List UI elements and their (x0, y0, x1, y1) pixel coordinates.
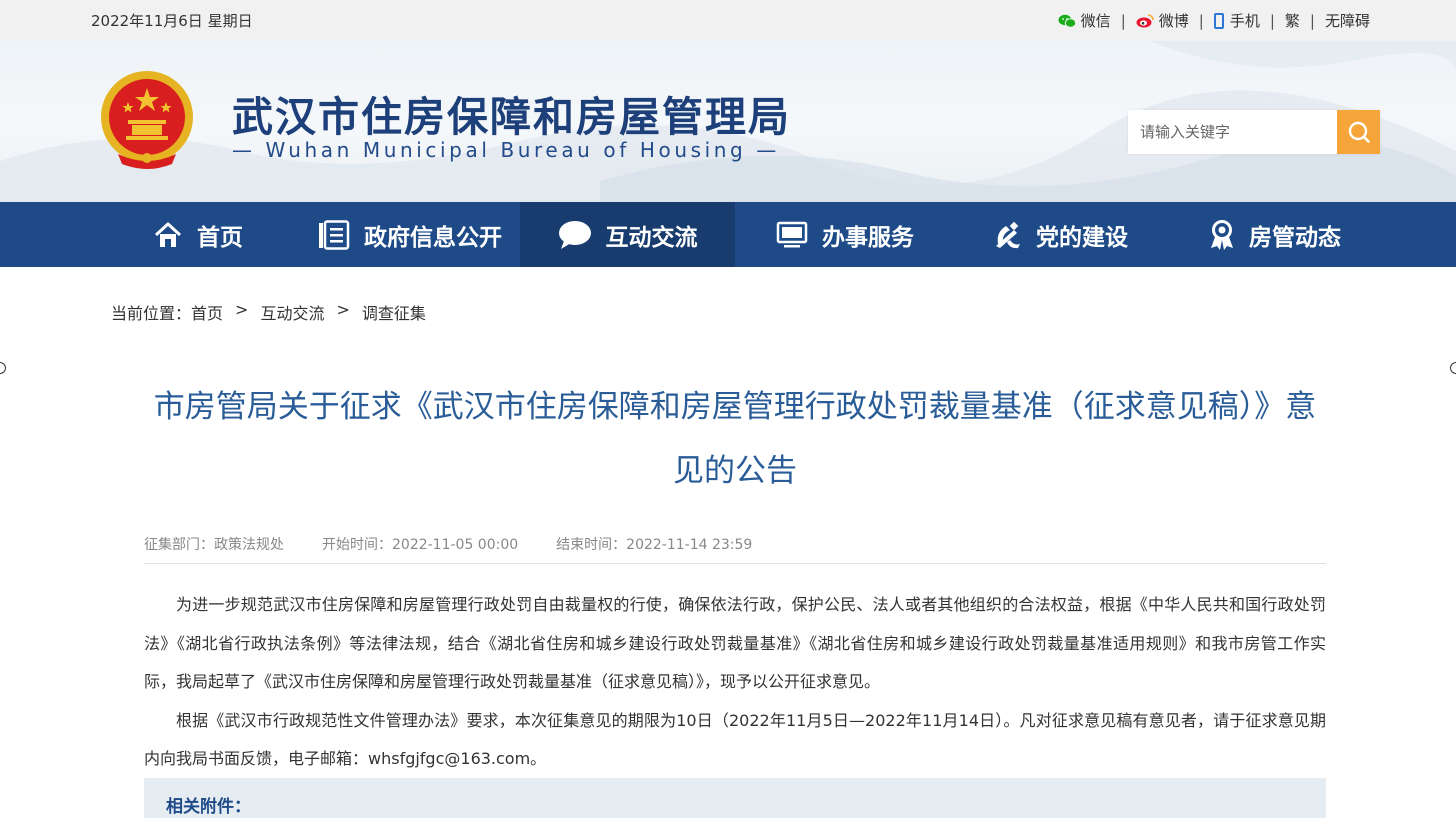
article-meta: 征集部门：政策法规处 开始时间：2022-11-05 00:00 结束时间：20… (144, 534, 790, 554)
separator: | (1309, 11, 1315, 30)
nav-item-housing-news[interactable]: 房管动态 (1185, 202, 1365, 267)
chat-bubble-icon (558, 220, 591, 249)
search-box (1128, 110, 1380, 154)
nav-item-label: 互动交流 (605, 224, 698, 251)
monitor-icon (776, 221, 808, 247)
nav-item-interaction[interactable]: 互动交流 (520, 202, 735, 267)
top-utility-bar: 2022年11月6日 星期日 微信 | 微博 | 手机 | 繁 | 无障碍 (0, 0, 1456, 41)
breadcrumb-survey[interactable]: 调查征集 (362, 300, 426, 324)
weibo-icon (1136, 14, 1154, 28)
start-time: 开始时间：2022-11-05 00:00 (322, 537, 519, 553)
nav-item-gov-info[interactable]: 政府信息公开 (300, 202, 520, 267)
traditional-chinese-link[interactable]: 繁 (1285, 10, 1300, 31)
right-carousel-handle[interactable] (1450, 362, 1456, 374)
breadcrumb-interaction[interactable]: 互动交流 (260, 300, 324, 324)
separator: | (1198, 11, 1204, 30)
home-icon (154, 222, 182, 247)
divider (144, 563, 1326, 564)
breadcrumb-home[interactable]: 首页 (191, 300, 223, 324)
wechat-link[interactable]: 微信 (1058, 10, 1111, 31)
top-links: 微信 | 微博 | 手机 | 繁 | 无障碍 (1058, 10, 1370, 31)
breadcrumb: 当前位置： 首页 > 互动交流 > 调查征集 (111, 300, 426, 324)
search-input[interactable] (1128, 110, 1336, 154)
left-carousel-handle[interactable] (0, 362, 6, 374)
document-list-icon (319, 219, 350, 250)
weibo-label: 微博 (1158, 12, 1189, 30)
nav-item-services[interactable]: 办事服务 (755, 202, 935, 267)
nav-item-label: 房管动态 (1249, 224, 1341, 251)
site-header: 武汉市住房保障和房屋管理局 — Wuhan Municipal Bureau o… (0, 41, 1456, 202)
article-body: 为进一步规范武汉市住房保障和房屋管理行政处罚自由裁量权的行使，确保依法行政，保护… (144, 586, 1326, 779)
search-icon (1348, 121, 1370, 143)
nav-item-label: 政府信息公开 (364, 224, 502, 251)
separator: | (1120, 11, 1126, 30)
breadcrumb-arrow: > (235, 300, 249, 319)
site-title[interactable]: 武汉市住房保障和房屋管理局 (232, 83, 791, 143)
weibo-link[interactable]: 微博 (1136, 10, 1189, 31)
site-subtitle: — Wuhan Municipal Bureau of Housing — (232, 138, 780, 162)
national-emblem-logo[interactable] (98, 68, 196, 172)
mobile-label: 手机 (1229, 12, 1260, 30)
phone-icon (1213, 12, 1224, 29)
nav-item-party-building[interactable]: 党的建设 (970, 202, 1150, 267)
search-button[interactable] (1337, 110, 1380, 154)
collection-department: 征集部门：政策法规处 (144, 537, 284, 553)
current-date: 2022年11月6日 星期日 (91, 12, 253, 30)
nav-item-home[interactable]: 首页 (126, 202, 270, 267)
nav-item-label: 办事服务 (822, 224, 914, 251)
attachments-section: 相关附件： (144, 778, 1326, 818)
end-time: 结束时间：2022-11-14 23:59 (556, 537, 753, 553)
nav-item-label: 党的建设 (1036, 224, 1128, 251)
breadcrumb-prefix: 当前位置： (111, 304, 192, 323)
article-paragraph: 为进一步规范武汉市住房保障和房屋管理行政处罚自由裁量权的行使，确保依法行政，保护… (144, 595, 1326, 691)
article-title: 市房管局关于征求《武汉市住房保障和房屋管理行政处罚裁量基准（征求意见稿）》意见的… (153, 389, 1317, 489)
award-icon (1211, 219, 1233, 250)
main-navigation: 首页 政府信息公开 互动交流 办事服务 党的建设 房管动态 (0, 202, 1456, 267)
article-paragraph: 根据《武汉市行政规范性文件管理办法》要求，本次征集意见的期限为10日（2022年… (144, 710, 1326, 769)
breadcrumb-arrow: > (336, 300, 350, 319)
mobile-link[interactable]: 手机 (1213, 10, 1260, 31)
accessibility-link[interactable]: 无障碍 (1325, 10, 1370, 31)
separator: | (1269, 11, 1275, 30)
wechat-label: 微信 (1080, 12, 1111, 30)
nav-item-label: 首页 (197, 224, 243, 251)
attachments-label: 相关附件： (166, 797, 251, 817)
wechat-icon (1058, 14, 1076, 28)
party-emblem-icon (996, 221, 1020, 248)
